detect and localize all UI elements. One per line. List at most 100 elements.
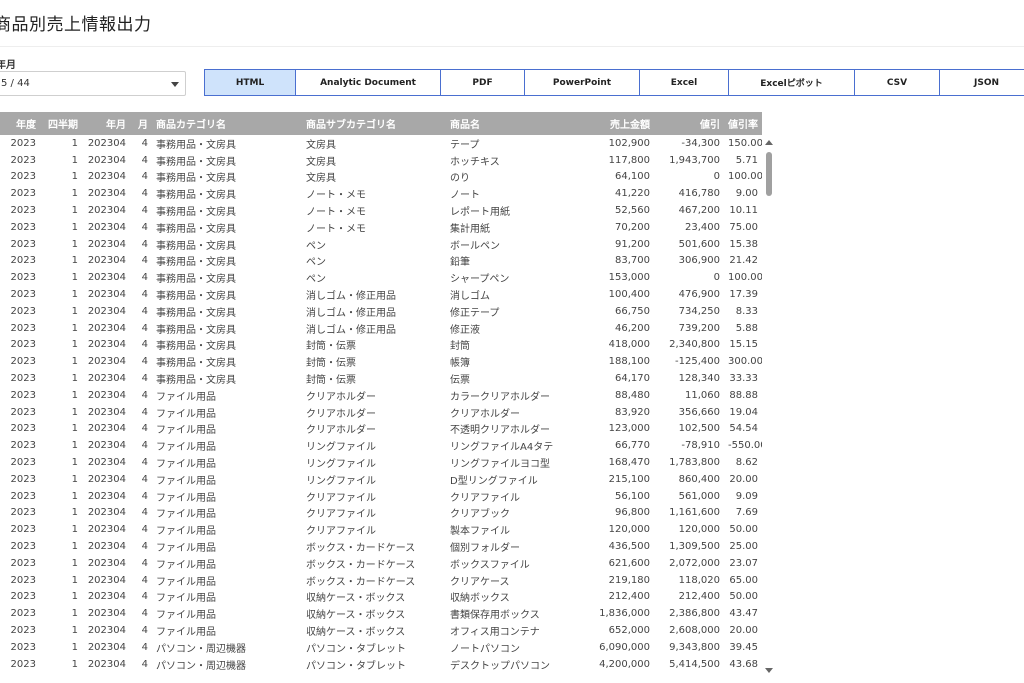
cell-year-month: 202304: [87, 322, 126, 334]
table-row[interactable]: 2023 1 202304 4 事務用品・文房具 消しゴム・修正用品 消しゴム 100,400…: [0, 286, 762, 303]
cell-product: 鉛筆: [450, 257, 470, 269]
table-row[interactable]: 2023 1 202304 4 ファイル用品 クリアファイル 製本ファイル 120,000 12…: [0, 521, 762, 538]
cell-month: 4: [141, 625, 148, 636]
scrollbar-thumb[interactable]: [766, 152, 772, 196]
scroll-up-icon[interactable]: [765, 140, 773, 145]
cell-category: 事務用品・文房具: [156, 139, 236, 151]
divider: [0, 46, 1024, 47]
cell-year-month: 202304: [87, 305, 126, 317]
table-row[interactable]: 2023 1 202304 4 事務用品・文房具 ノート・メモ レポート用紙 52,560 46…: [0, 202, 762, 219]
cell-discount-rate: 150.00: [728, 137, 762, 149]
table-row[interactable]: 2023 1 202304 4 ファイル用品 収納ケース・ボックス 収納ボックス 212,40…: [0, 589, 762, 606]
table-row[interactable]: 2023 1 202304 4 事務用品・文房具 ノート・メモ 集計用紙 70,200 23,4…: [0, 219, 762, 236]
header-year-month[interactable]: 年月: [82, 112, 130, 135]
table-row[interactable]: 2023 1 202304 4 ファイル用品 クリアホルダー 不透明クリアホルダー 123,0…: [0, 421, 762, 438]
table-row[interactable]: 2023 1 202304 4 事務用品・文房具 ペン ボールペン 91,200 501,600…: [0, 236, 762, 253]
chevron-down-icon[interactable]: [171, 82, 179, 87]
cell-year-month: 202304: [87, 507, 126, 519]
year-month-select[interactable]: 5 / 44: [0, 71, 186, 96]
table-row[interactable]: 2023 1 202304 4 ファイル用品 クリアホルダー クリアホルダー 83,920 35…: [0, 404, 762, 421]
table-row[interactable]: 2023 1 202304 4 事務用品・文房具 文房具 テープ 102,900 -34,300…: [0, 135, 762, 152]
cell-subcategory: ペン: [306, 257, 326, 269]
cell-product: 不透明クリアホルダー: [450, 425, 550, 437]
table-row[interactable]: 2023 1 202304 4 ファイル用品 リングファイル リングファイルA4タテ 66,7…: [0, 437, 762, 454]
cell-product: ノートパソコン: [450, 643, 520, 655]
cell-year-month: 202304: [87, 591, 126, 603]
html-export-button[interactable]: HTML: [204, 69, 296, 96]
table-row[interactable]: 2023 1 202304 4 事務用品・文房具 封筒・伝票 伝票 64,170 128,340…: [0, 370, 762, 387]
cell-month: 4: [141, 423, 148, 435]
cell-product: レポート用紙: [450, 207, 510, 219]
cell-category: 事務用品・文房具: [156, 156, 236, 168]
table-row[interactable]: 2023 1 202304 4 ファイル用品 リングファイル D型リングファイル 215,10…: [0, 471, 762, 488]
table-row[interactable]: 2023 1 202304 4 事務用品・文房具 ノート・メモ ノート 41,220 416,7…: [0, 185, 762, 202]
table-row[interactable]: 2023 1 202304 4 事務用品・文房具 消しゴム・修正用品 修正液 46,200 73…: [0, 320, 762, 337]
cell-category: パソコン・周辺機器: [156, 660, 246, 672]
cell-year-month: 202304: [87, 524, 126, 536]
table-row[interactable]: 2023 1 202304 4 パソコン・周辺機器 パソコン・タブレット デスクトップパソコ…: [0, 656, 762, 673]
table-row[interactable]: 2023 1 202304 4 ファイル用品 収納ケース・ボックス 書類保存用ボックス 1,8…: [0, 605, 762, 622]
cell-sales-amount: 88,480: [615, 389, 650, 401]
cell-category: 事務用品・文房具: [156, 324, 236, 336]
cell-year-month: 202304: [87, 658, 126, 670]
table-row[interactable]: 2023 1 202304 4 パソコン・周辺機器 パソコン・タブレット ノートパソコン 6,…: [0, 639, 762, 656]
header-discount[interactable]: 値引: [654, 112, 724, 135]
header-subcategory[interactable]: 商品サブカテゴリ名: [302, 112, 446, 135]
table-row[interactable]: 2023 1 202304 4 事務用品・文房具 ペン 鉛筆 83,700 306,900 21.…: [0, 253, 762, 270]
analytic-document-export-button[interactable]: Analytic Document: [296, 69, 441, 96]
table-row[interactable]: 2023 1 202304 4 ファイル用品 クリアファイル クリアファイル 56,100 56…: [0, 488, 762, 505]
header-fiscal-year[interactable]: 年度: [0, 112, 40, 135]
table-header-row: 年度 四半期 年月 月 商品カテゴリ名 商品サブカテゴリ名 商品名 売上金額 値…: [0, 112, 762, 135]
header-month[interactable]: 月: [130, 112, 152, 135]
scroll-down-icon[interactable]: [765, 668, 773, 673]
cell-discount-rate: 50.00: [729, 591, 758, 603]
cell-discount: 1,161,600: [669, 507, 720, 519]
cell-month: 4: [141, 188, 148, 200]
cell-category: 事務用品・文房具: [156, 223, 236, 235]
powerpoint-export-button[interactable]: PowerPoint: [525, 69, 640, 96]
cell-year-month: 202304: [87, 137, 126, 149]
table-row[interactable]: 2023 1 202304 4 ファイル用品 ボックス・カードケース クリアケース 219,1…: [0, 572, 762, 589]
table-row[interactable]: 2023 1 202304 4 ファイル用品 クリアファイル クリアブック 96,800 1,1…: [0, 505, 762, 522]
cell-month: 4: [141, 322, 148, 334]
header-discount-rate[interactable]: 値引率: [724, 112, 762, 135]
cell-product: 帳簿: [450, 358, 470, 370]
table-row[interactable]: 2023 1 202304 4 ファイル用品 ボックス・カードケース 個別フォルダー 436,…: [0, 538, 762, 555]
cell-sales-amount: 41,220: [615, 188, 650, 200]
table-row[interactable]: 2023 1 202304 4 事務用品・文房具 文房具 のり 64,100 0 100.00: [0, 169, 762, 186]
cell-category: ファイル用品: [156, 559, 216, 571]
excel-export-button[interactable]: Excel: [640, 69, 729, 96]
table-row[interactable]: 2023 1 202304 4 ファイル用品 収納ケース・ボックス オフィス用コンテナ 652…: [0, 622, 762, 639]
cell-discount-rate: 8.62: [735, 457, 758, 469]
cell-discount-rate: 39.45: [729, 641, 758, 653]
table-row[interactable]: 2023 1 202304 4 事務用品・文房具 文房具 ホッチキス 117,800 1,943…: [0, 152, 762, 169]
table-row[interactable]: 2023 1 202304 4 事務用品・文房具 封筒・伝票 封筒 418,000 2,340,…: [0, 337, 762, 354]
header-product[interactable]: 商品名: [446, 112, 572, 135]
header-sales-amount[interactable]: 売上金額: [572, 112, 654, 135]
table-row[interactable]: 2023 1 202304 4 ファイル用品 ボックス・カードケース ボックスファイル 621…: [0, 555, 762, 572]
table-row[interactable]: 2023 1 202304 4 ファイル用品 クリアホルダー カラークリアホルダー 88,48…: [0, 387, 762, 404]
table-row[interactable]: 2023 1 202304 4 事務用品・文房具 消しゴム・修正用品 修正テープ 66,750…: [0, 303, 762, 320]
pdf-export-button[interactable]: PDF: [441, 69, 525, 96]
vertical-scrollbar[interactable]: [764, 140, 774, 680]
cell-discount: 501,600: [678, 238, 720, 250]
json-export-button[interactable]: JSON: [940, 69, 1024, 96]
cell-fiscal-year: 2023: [10, 339, 36, 351]
cell-fiscal-year: 2023: [10, 154, 36, 166]
table-row[interactable]: 2023 1 202304 4 事務用品・文房具 封筒・伝票 帳簿 188,100 -125,4…: [0, 353, 762, 370]
table-row[interactable]: 2023 1 202304 4 ファイル用品 リングファイル リングファイルヨコ型 168,4…: [0, 454, 762, 471]
cell-discount: 128,340: [678, 373, 720, 385]
csv-export-button[interactable]: CSV: [855, 69, 940, 96]
cell-discount-rate: 5.88: [735, 322, 758, 334]
sales-table-container[interactable]: 年度 四半期 年月 月 商品カテゴリ名 商品サブカテゴリ名 商品名 売上金額 値…: [0, 112, 762, 683]
cell-quarter: 1: [71, 205, 78, 217]
cell-month: 4: [141, 339, 148, 351]
header-category[interactable]: 商品カテゴリ名: [152, 112, 302, 135]
cell-year-month: 202304: [87, 289, 126, 301]
table-row[interactable]: 2023 1 202304 4 事務用品・文房具 ペン シャープペン 153,000 0 100.…: [0, 269, 762, 286]
cell-discount: 860,400: [678, 473, 720, 485]
header-quarter[interactable]: 四半期: [40, 112, 82, 135]
excel-pivot-export-button[interactable]: Excelピボット: [729, 69, 855, 96]
cell-quarter: 1: [71, 591, 78, 603]
cell-discount-rate: 5.71: [735, 154, 758, 166]
